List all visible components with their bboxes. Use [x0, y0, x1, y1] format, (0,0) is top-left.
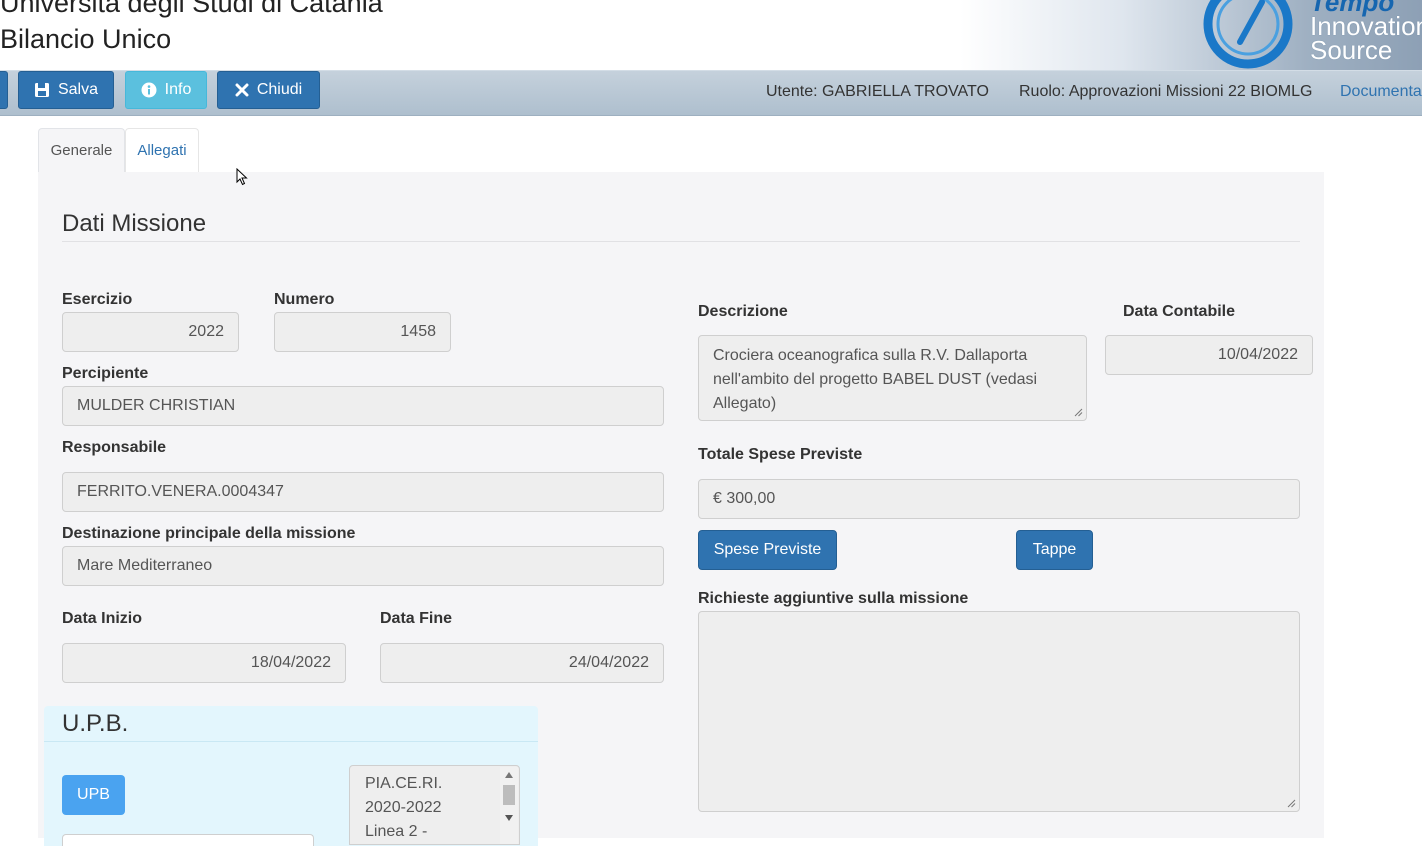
resize-handle-icon[interactable] [1074, 408, 1083, 417]
documentation-link[interactable]: Documenta [1340, 83, 1422, 101]
scroll-down-arrow-icon[interactable] [505, 815, 513, 821]
upb-option: 2020-2022 [365, 799, 442, 816]
richieste-textarea[interactable] [698, 611, 1300, 812]
mouse-cursor-icon [236, 168, 248, 186]
esercizio-field[interactable]: 2022 [62, 312, 239, 352]
current-user: Utente: GABRIELLA TROVATO [766, 83, 989, 100]
upb-select-list[interactable]: PIA.CE.RI. 2020-2022 Linea 2 - [349, 765, 520, 845]
app-name: Bilancio Unico [0, 24, 172, 54]
info-circle-icon [141, 82, 157, 98]
toolbar-partial-button[interactable] [0, 71, 8, 109]
close-button-label: Chiudi [256, 81, 303, 98]
descrizione-line: nell'ambito del progetto BABEL DUST (ved… [713, 371, 1038, 388]
scrollbar-thumb[interactable] [503, 785, 515, 805]
clock-swoosh-logo-icon [1203, 0, 1293, 69]
upb-button[interactable]: UPB [62, 775, 125, 815]
save-button[interactable]: Salva [18, 71, 114, 109]
info-button[interactable]: Info [125, 71, 207, 109]
data-contabile-label: Data Contabile [1123, 303, 1236, 320]
info-button-label: Info [164, 81, 192, 98]
descrizione-line: Allegato) [713, 395, 777, 412]
upb-option: PIA.CE.RI. [365, 775, 443, 792]
section-divider [62, 241, 1300, 242]
totale-spese-field[interactable]: € 300,00 [698, 479, 1300, 519]
percipiente-field[interactable]: MULDER CHRISTIAN [62, 386, 664, 426]
responsabile-field[interactable]: FERRITO.VENERA.0004347 [62, 472, 664, 512]
descrizione-label: Descrizione [698, 303, 788, 320]
destinazione-field[interactable]: Mare Mediterraneo [62, 546, 664, 586]
destinazione-label: Destinazione principale della missione [62, 525, 356, 542]
descrizione-textarea[interactable]: Crociera oceanografica sulla R.V. Dallap… [698, 335, 1087, 421]
close-icon [235, 83, 249, 97]
data-inizio-label: Data Inizio [62, 610, 143, 627]
responsabile-label: Responsabile [62, 439, 167, 456]
logo-line3: Source [1310, 35, 1393, 65]
scrollbar[interactable] [500, 767, 518, 844]
upb-option: Linea 2 - [365, 823, 428, 840]
toolbar: Salva Info Chiudi Utente: GABRIELLA TROV… [0, 70, 1422, 116]
save-button-label: Salva [57, 81, 99, 98]
section-title: Dati Missione [62, 210, 207, 237]
current-role: Ruolo: Approvazioni Missioni 22 BIOMLG [1019, 83, 1313, 100]
scroll-up-arrow-icon[interactable] [505, 772, 513, 778]
percipiente-label: Percipiente [62, 365, 149, 382]
logo-wordmark: Tempo Innovation Source [1310, 0, 1422, 65]
resize-handle-icon[interactable] [1287, 799, 1296, 808]
esercizio-label: Esercizio [62, 291, 133, 308]
floppy-disk-icon [34, 83, 49, 97]
descrizione-line: Crociera oceanografica sulla R.V. Dallap… [713, 347, 1028, 364]
totale-spese-label: Totale Spese Previste [698, 446, 863, 463]
tappe-button[interactable]: Tappe [1016, 530, 1093, 570]
numero-field[interactable]: 1458 [274, 312, 451, 352]
org-name: Università degli Studi di Catania [0, 0, 383, 18]
numero-label: Numero [274, 291, 335, 308]
upb-divider [44, 741, 538, 742]
upb-code-input[interactable] [62, 834, 314, 846]
data-contabile-field[interactable]: 10/04/2022 [1105, 335, 1313, 375]
tab-generale[interactable]: Generale [38, 128, 125, 172]
upb-title: U.P.B. [62, 710, 129, 737]
spese-previste-button[interactable]: Spese Previste [698, 530, 837, 570]
close-button[interactable]: Chiudi [217, 71, 320, 109]
data-fine-label: Data Fine [380, 610, 453, 627]
data-fine-field[interactable]: 24/04/2022 [380, 643, 664, 683]
richieste-label: Richieste aggiuntive sulla missione [698, 590, 969, 607]
app-header: Università degli Studi di Catania Bilanc… [0, 0, 1422, 70]
data-inizio-field[interactable]: 18/04/2022 [62, 643, 346, 683]
tab-allegati[interactable]: Allegati [125, 128, 199, 172]
